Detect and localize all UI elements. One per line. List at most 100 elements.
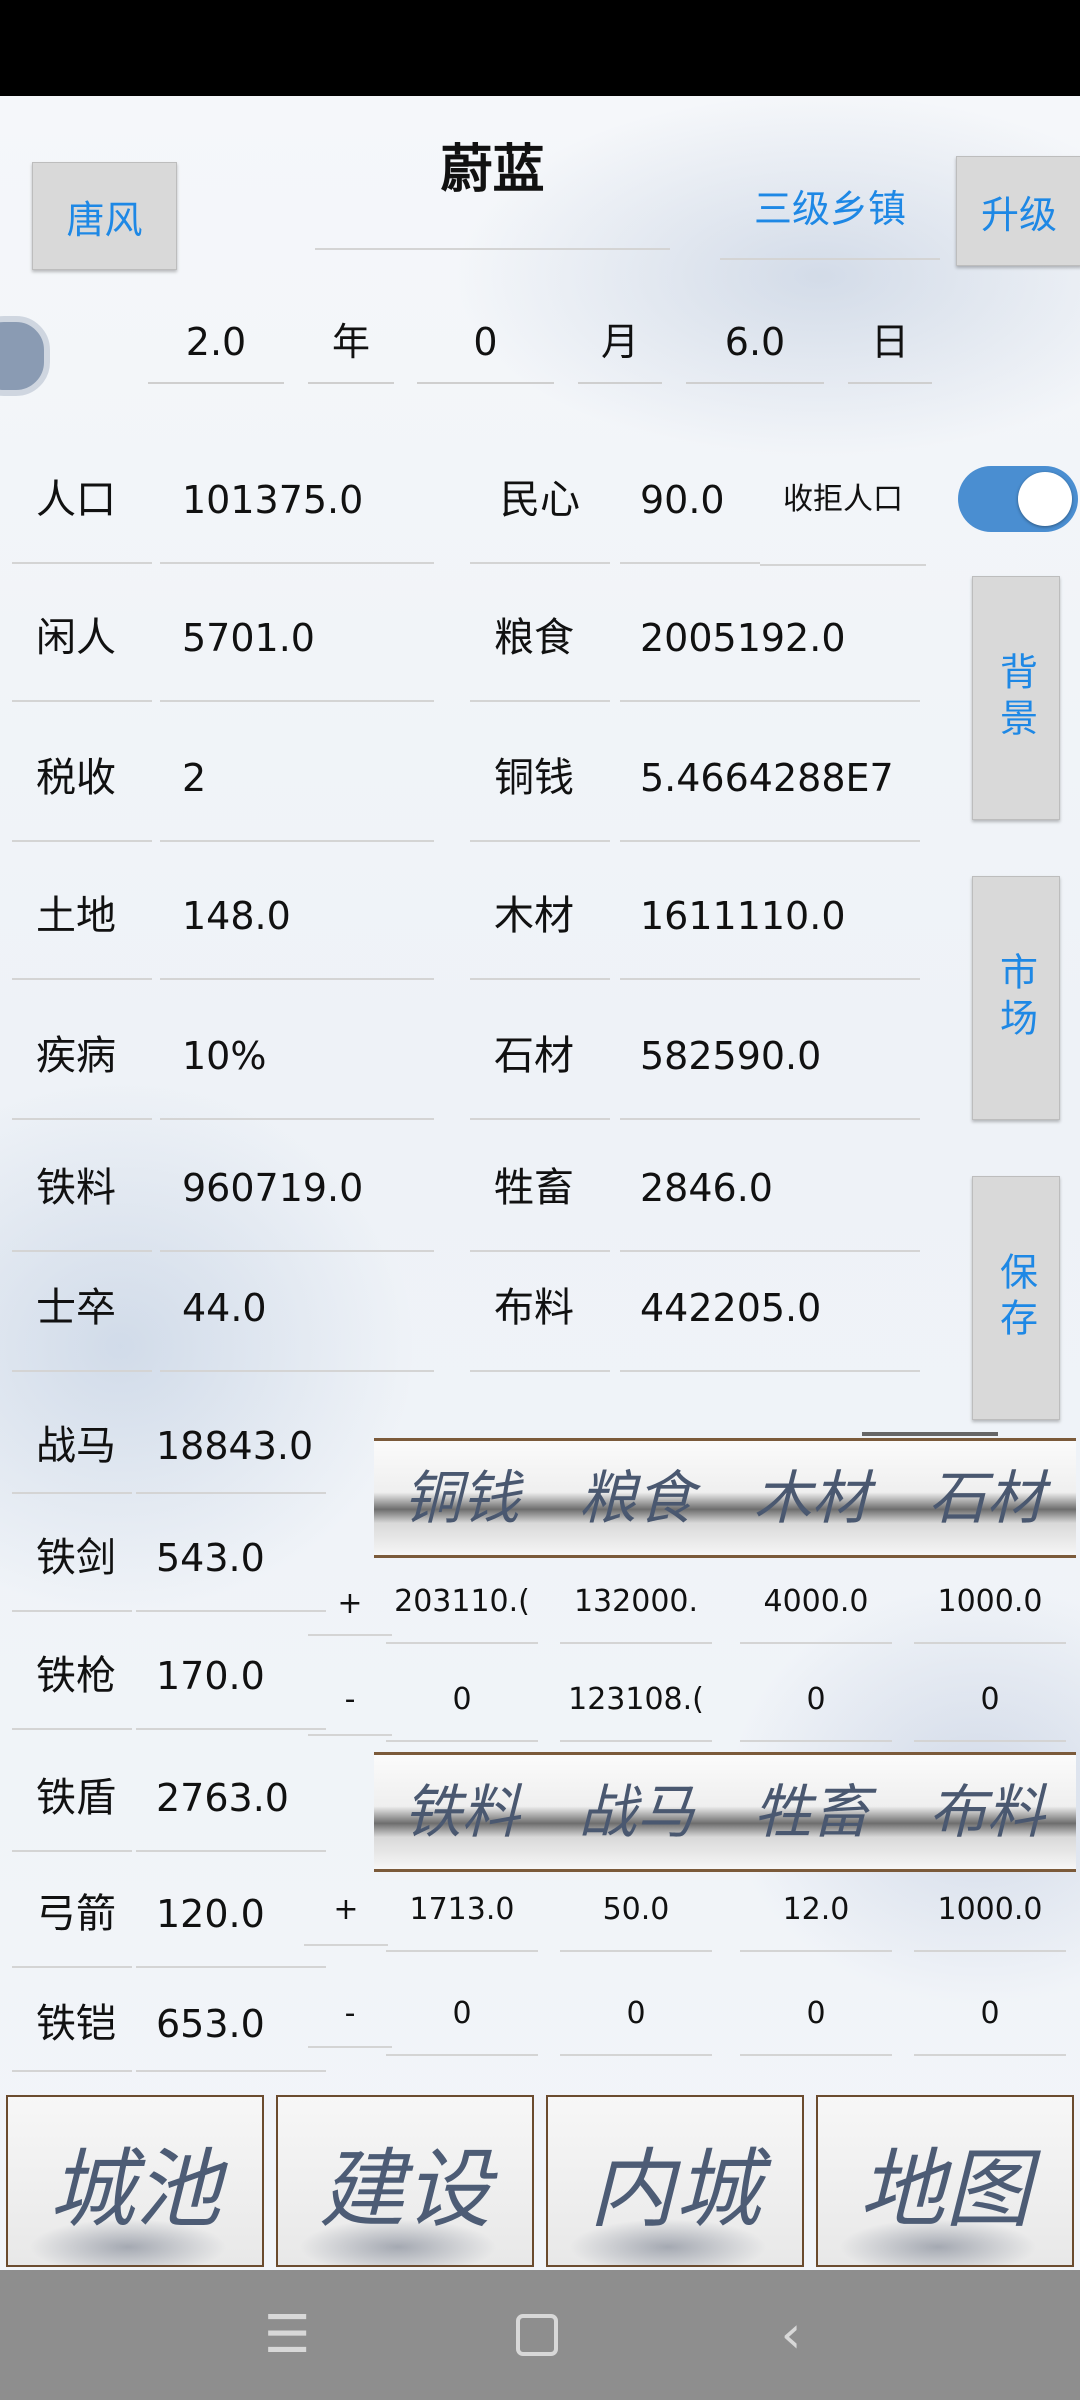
banner-wood-label: 木材 [753,1464,870,1532]
soldier-value[interactable]: 44.0 [160,1270,434,1372]
cloth-value[interactable]: 442205.0 [620,1270,920,1372]
livestock-value[interactable]: 2846.0 [620,1150,920,1252]
coin-value[interactable]: 5.4664288E7 [620,740,920,842]
month-unit: 月 [578,312,662,384]
shield-value[interactable]: 2763.0 [136,1760,326,1852]
minus-button-1[interactable]: - [308,1672,392,1736]
minus-warhorse-value[interactable]: 0 [560,1986,712,2056]
city-tile-label: 城池 [49,2139,221,2240]
inner-city-tile-button[interactable]: 内城 [546,2095,804,2267]
morale-value[interactable]: 90.0 [620,462,760,564]
plus-iron-value[interactable]: 1713.0 [386,1882,538,1952]
background-button[interactable]: 背景 [972,576,1060,820]
banner-iron-label: 铁料 [403,1778,520,1846]
banner-grain-label: 粮食 [578,1464,695,1532]
background-button-label: 背景 [993,652,1038,744]
year-unit: 年 [308,312,394,384]
plus-stone-value[interactable]: 1000.0 [914,1576,1066,1644]
morale-label: 民心 [470,462,610,564]
minus-iron-value[interactable]: 0 [386,1986,538,2056]
idle-value[interactable]: 5701.0 [160,600,434,702]
banner-livestock-label: 牲畜 [753,1778,870,1846]
minus-livestock-value[interactable]: 0 [740,1986,892,2056]
wood-label: 木材 [470,878,610,980]
plus-grain-value[interactable]: 132000. [560,1576,712,1644]
town-level: 三级乡镇 [720,178,940,260]
idle-label: 闲人 [12,600,152,702]
year-value[interactable]: 2.0 [148,312,284,384]
banner-stone-label: 石材 [928,1464,1045,1532]
plus-wood-value[interactable]: 4000.0 [740,1576,892,1644]
population-value[interactable]: 101375.0 [160,462,434,564]
iron-value[interactable]: 960719.0 [160,1150,434,1252]
banner-coin-label: 铜钱 [403,1464,520,1532]
bow-label: 弓箭 [12,1876,132,1968]
land-value[interactable]: 148.0 [160,878,434,980]
style-button[interactable]: 唐风 [32,162,177,270]
system-nav-bar: ☰ ‹ [0,2270,1080,2400]
market-banner-1: 铜钱 粮食 木材 石材 [374,1438,1076,1558]
day-value[interactable]: 6.0 [686,312,824,384]
warhorse-value[interactable]: 18843.0 [136,1408,326,1494]
sword-label: 铁剑 [12,1520,132,1612]
livestock-label: 牲畜 [470,1150,610,1252]
plus-coin-value[interactable]: 203110.( [386,1576,538,1644]
day-unit: 日 [848,312,932,384]
city-name: 蔚蓝 [315,138,670,250]
stone-label: 石材 [470,1018,610,1120]
build-tile-button[interactable]: 建设 [276,2095,534,2267]
population-label: 人口 [12,462,152,564]
style-button-label: 唐风 [66,197,143,242]
armor-value[interactable]: 653.0 [136,1986,326,2072]
map-tile-button[interactable]: 地图 [816,2095,1074,2267]
minus-cloth-value[interactable]: 0 [914,1986,1066,2056]
banner-cloth-label: 布料 [928,1778,1045,1846]
disease-value[interactable]: 10% [160,1018,434,1120]
month-value[interactable]: 0 [417,312,554,384]
toggle-knob [1018,472,1072,526]
refuse-population-toggle[interactable] [958,466,1078,532]
bow-value[interactable]: 120.0 [136,1876,326,1968]
recent-apps-icon[interactable]: ☰ [252,2300,322,2370]
upgrade-button[interactable]: 升级 [956,156,1080,266]
home-square [516,2314,558,2356]
stone-value[interactable]: 582590.0 [620,1018,920,1120]
banner-warhorse-label: 战马 [578,1778,695,1846]
build-tile-label: 建设 [319,2139,491,2240]
upgrade-button-label: 升级 [980,192,1057,237]
minus-button-2[interactable]: - [308,1986,392,2048]
home-icon[interactable] [502,2300,572,2370]
stat-row-1: 人口 [12,462,152,566]
plus-button-2[interactable]: + [304,1882,388,1946]
market-button[interactable]: 市场 [972,876,1060,1120]
tax-value[interactable]: 2 [160,740,434,842]
spear-value[interactable]: 170.0 [136,1638,326,1730]
market-button-label: 市场 [993,952,1038,1044]
plus-warhorse-value[interactable]: 50.0 [560,1882,712,1952]
spear-label: 铁枪 [12,1638,132,1730]
plus-button-1[interactable]: + [308,1576,392,1636]
plus-cloth-value[interactable]: 1000.0 [914,1882,1066,1952]
back-icon[interactable]: ‹ [756,2300,826,2370]
tax-label: 税收 [12,740,152,842]
grain-value[interactable]: 2005192.0 [620,600,920,702]
inner-city-tile-label: 内城 [589,2139,761,2240]
banner-divider [862,1432,998,1436]
sword-value[interactable]: 543.0 [136,1520,326,1612]
iron-label: 铁料 [12,1150,152,1252]
disease-label: 疾病 [12,1018,152,1120]
grain-label: 粮食 [470,600,610,702]
minus-grain-value[interactable]: 123108.( [560,1672,712,1742]
land-label: 土地 [12,878,152,980]
save-button[interactable]: 保存 [972,1176,1060,1420]
refuse-population-label: 收拒人口 [760,462,926,566]
map-tile-label: 地图 [859,2139,1031,2240]
wood-value[interactable]: 1611110.0 [620,878,920,980]
warhorse-label: 战马 [12,1408,132,1494]
minus-stone-value[interactable]: 0 [914,1672,1066,1742]
city-tile-button[interactable]: 城池 [6,2095,264,2267]
plus-livestock-value[interactable]: 12.0 [740,1882,892,1952]
shield-label: 铁盾 [12,1760,132,1852]
minus-wood-value[interactable]: 0 [740,1672,892,1742]
minus-coin-value[interactable]: 0 [386,1672,538,1742]
